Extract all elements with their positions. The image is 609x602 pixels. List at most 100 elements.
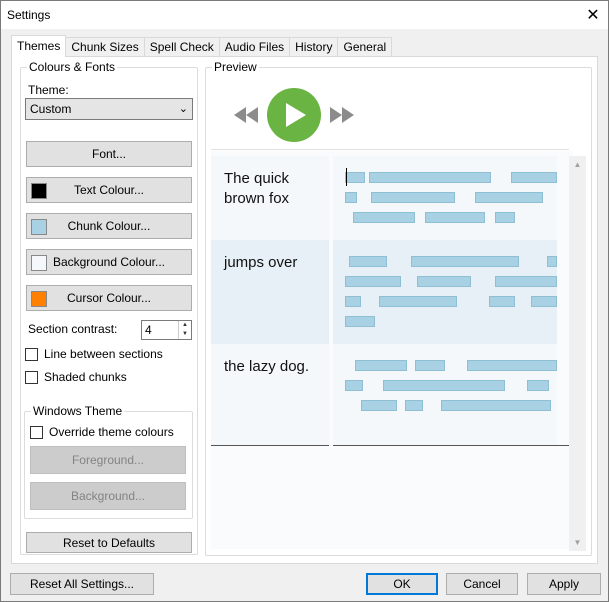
settings-window: Settings ✕ Themes Chunk Sizes Spell Chec…: [0, 0, 609, 602]
chunk: [349, 256, 387, 267]
apply-button[interactable]: Apply: [527, 573, 601, 595]
chunk: [527, 380, 549, 391]
foreground-button-label: Foreground...: [71, 453, 145, 467]
title-bar: Settings ✕: [1, 1, 608, 29]
apply-label: Apply: [548, 577, 580, 591]
chunk: [411, 256, 519, 267]
shaded-chunks-checkbox[interactable]: Shaded chunks: [25, 370, 127, 384]
tab-general[interactable]: General: [337, 37, 393, 57]
section-contrast-value: 4: [145, 323, 152, 337]
chunk: [383, 380, 505, 391]
chunk-colour-button[interactable]: Chunk Colour...: [26, 213, 192, 239]
stepper-arrows-icon[interactable]: ▲ ▼: [178, 321, 191, 339]
section-chunk-column: [333, 156, 557, 240]
window-title: Settings: [7, 8, 51, 22]
chunk: [369, 172, 491, 183]
chunk: [495, 212, 515, 223]
section-text-column: jumps over: [211, 240, 329, 344]
playback-controls: [234, 88, 354, 142]
chunk: [405, 400, 423, 411]
cancel-button[interactable]: Cancel: [446, 573, 518, 595]
chunk: [379, 296, 457, 307]
text-cursor: [346, 168, 347, 186]
ok-button[interactable]: OK: [366, 573, 438, 595]
section-text-column: The quick brown fox: [211, 156, 329, 240]
text-colour-button[interactable]: Text Colour...: [26, 177, 192, 203]
checkbox-box: [25, 370, 38, 384]
override-theme-checkbox[interactable]: Override theme colours: [30, 425, 174, 439]
chevron-down-icon: ⌄: [178, 103, 188, 115]
rewind-icon[interactable]: [234, 107, 258, 123]
preview-section: jumps over: [211, 240, 569, 344]
colours-fonts-legend: Colours & Fonts: [27, 60, 118, 74]
chunk: [361, 400, 397, 411]
chunk: [345, 296, 361, 307]
text-colour-label: Text Colour...: [73, 183, 145, 197]
reset-defaults-label: Reset to Defaults: [62, 535, 156, 550]
line-between-sections-checkbox[interactable]: Line between sections: [25, 347, 163, 361]
font-button[interactable]: Font...: [26, 141, 192, 167]
section-chunk-column: [333, 240, 557, 344]
tab-strip: Themes Chunk Sizes Spell Check Audio Fil…: [11, 35, 393, 57]
chunk: [441, 400, 551, 411]
preview-document[interactable]: The quick brown fox jumps over the lazy …: [211, 151, 573, 549]
fast-forward-icon[interactable]: [330, 107, 354, 123]
chunk: [345, 380, 363, 391]
section-line: jumps over: [224, 254, 298, 271]
section-line-divider: [211, 445, 329, 446]
cancel-label: Cancel: [463, 577, 501, 591]
preview-divider: [211, 149, 569, 150]
checkbox-box: [30, 425, 43, 439]
chunk: [547, 256, 557, 267]
close-icon[interactable]: ✕: [578, 1, 608, 29]
tab-audio-files[interactable]: Audio Files: [218, 37, 291, 57]
tab-history[interactable]: History: [289, 37, 339, 57]
text-colour-swatch: [31, 183, 47, 199]
theme-select-value: Custom: [30, 102, 72, 116]
section-text-column: the lazy dog.: [211, 344, 329, 446]
chunk: [345, 192, 357, 203]
chunk-colour-swatch: [31, 219, 47, 235]
preview-scrollbar[interactable]: ▲ ▼: [569, 156, 586, 551]
shaded-chunks-label: Shaded chunks: [44, 370, 127, 384]
chunk: [475, 192, 543, 203]
chunk: [467, 360, 557, 371]
override-theme-label: Override theme colours: [49, 425, 174, 439]
cursor-colour-button[interactable]: Cursor Colour...: [26, 285, 192, 311]
scroll-up-icon[interactable]: ▲: [569, 156, 586, 173]
scroll-down-icon[interactable]: ▼: [569, 534, 586, 551]
reset-all-settings-button[interactable]: Reset All Settings...: [10, 573, 154, 595]
chunk-colour-label: Chunk Colour...: [67, 219, 151, 233]
play-icon[interactable]: [267, 88, 321, 142]
foreground-button[interactable]: Foreground...: [30, 446, 186, 474]
tab-spell-check[interactable]: Spell Check: [143, 37, 220, 57]
cursor-colour-label: Cursor Colour...: [66, 291, 152, 305]
chunk: [345, 276, 401, 287]
tab-themes[interactable]: Themes: [11, 35, 67, 57]
font-button-label: Font...: [91, 147, 126, 161]
reset-defaults-button[interactable]: Reset to Defaults: [26, 532, 192, 553]
cursor-colour-swatch: [31, 291, 47, 307]
section-line-divider: [333, 445, 569, 446]
chunk: [511, 172, 557, 183]
background-colour-label: Background Colour...: [52, 255, 166, 269]
background-button-label: Background...: [70, 489, 146, 503]
background-colour-button[interactable]: Background Colour...: [26, 249, 192, 275]
section-contrast-stepper[interactable]: 4 ▲ ▼: [141, 320, 192, 340]
section-line: brown fox: [224, 190, 290, 207]
chunk: [345, 316, 375, 327]
preview-section: the lazy dog.: [211, 344, 569, 446]
line-between-sections-label: Line between sections: [44, 347, 163, 361]
preview-section: The quick brown fox: [211, 156, 569, 240]
section-chunk-column: [333, 344, 557, 446]
chunk: [489, 296, 515, 307]
chunk: [495, 276, 557, 287]
preview-legend: Preview: [212, 60, 259, 74]
chunk: [531, 296, 557, 307]
theme-select[interactable]: Custom ⌄: [25, 98, 193, 120]
background-button[interactable]: Background...: [30, 482, 186, 510]
section-line: the lazy dog.: [224, 358, 310, 375]
tab-chunk-sizes[interactable]: Chunk Sizes: [65, 37, 145, 57]
chunk: [345, 172, 365, 183]
section-line: The quick: [224, 170, 290, 187]
